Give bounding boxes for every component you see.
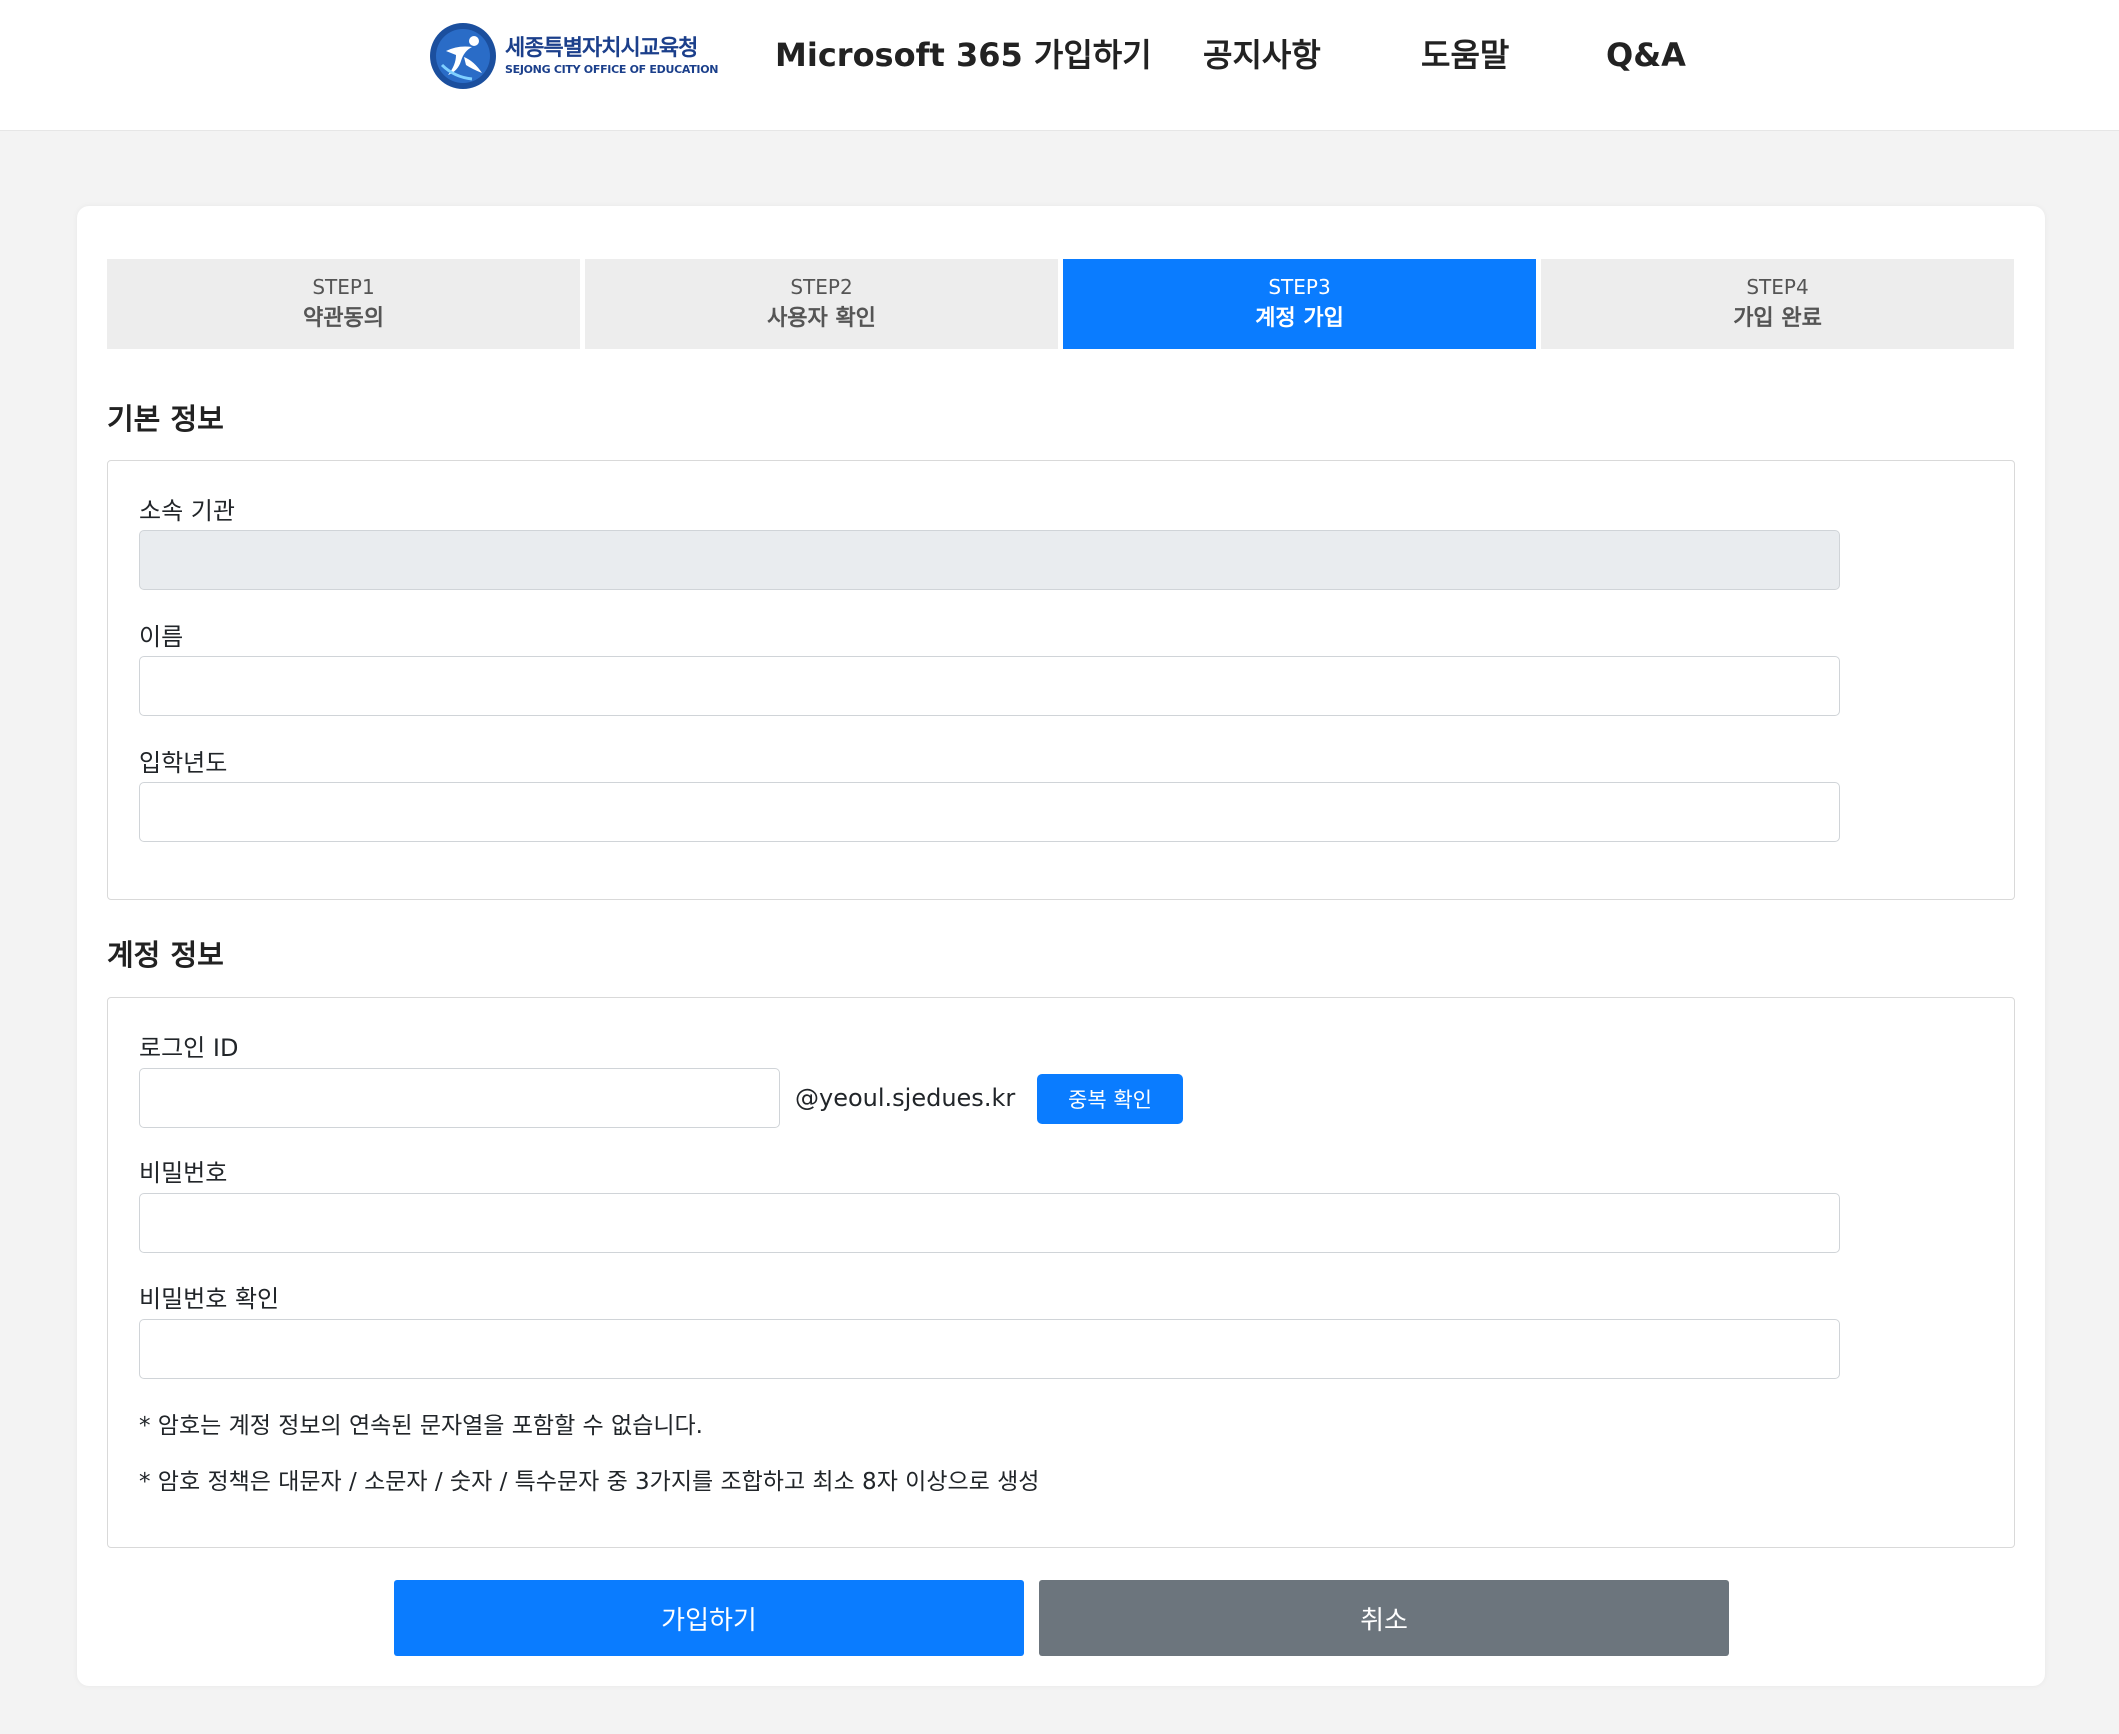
login-id-input[interactable] [139,1068,780,1128]
nav-help[interactable]: 도움말 [1421,30,1509,80]
step-number: STEP4 [1746,275,1809,299]
step-2[interactable]: STEP2 사용자 확인 [585,259,1058,349]
step-3[interactable]: STEP3 계정 가입 [1063,259,1536,349]
step-title: 약관동의 [303,306,384,331]
step-indicator: STEP1 약관동의 STEP2 사용자 확인 STEP3 계정 가입 STEP… [107,259,2015,349]
sejong-logo-icon [430,23,496,89]
step-title: 사용자 확인 [767,306,876,331]
nav-qna[interactable]: Q&A [1606,30,1686,80]
year-label: 입학년도 [139,749,228,777]
name-label: 이름 [139,623,184,651]
admission-year-input[interactable] [139,782,1840,842]
signup-submit-button[interactable]: 가입하기 [394,1580,1024,1656]
site-logo[interactable]: 세종특별자치시교육청 SEJONG CITY OFFICE OF EDUCATI… [428,20,718,92]
password-confirm-input[interactable] [139,1319,1840,1379]
logo-name-ko: 세종특별자치시교육청 [505,36,698,61]
password-note-1: * 암호는 계정 정보의 연속된 문자열을 포함할 수 없습니다. [139,1413,703,1439]
basic-info-title: 기본 정보 [107,402,224,436]
top-header: 세종특별자치시교육청 SEJONG CITY OFFICE OF EDUCATI… [0,0,2119,131]
signup-card: STEP1 약관동의 STEP2 사용자 확인 STEP3 계정 가입 STEP… [77,206,2045,1686]
logo-name-en: SEJONG CITY OFFICE OF EDUCATION [505,63,719,76]
name-input[interactable] [139,656,1840,716]
step-number: STEP1 [312,275,375,299]
password-label: 비밀번호 [139,1159,228,1187]
org-field[interactable] [139,530,1840,590]
step-number: STEP2 [790,275,853,299]
account-info-box: 로그인 ID @yeoul.sjedues.kr 중복 확인 비밀번호 비밀번호… [107,997,2015,1548]
password-input[interactable] [139,1193,1840,1253]
login-id-label: 로그인 ID [139,1034,239,1062]
step-title: 가입 완료 [1733,306,1822,331]
step-4[interactable]: STEP4 가입 완료 [1541,259,2014,349]
account-info-title: 계정 정보 [107,938,224,972]
duplicate-check-button[interactable]: 중복 확인 [1037,1074,1183,1124]
step-number: STEP3 [1268,275,1331,299]
org-label: 소속 기관 [139,497,235,525]
email-domain: @yeoul.sjedues.kr [795,1084,1016,1112]
password-note-2: * 암호 정책은 대문자 / 소문자 / 숫자 / 특수문자 중 3가지를 조합… [139,1469,1040,1495]
nav-notices[interactable]: 공지사항 [1203,30,1321,80]
cancel-button[interactable]: 취소 [1039,1580,1729,1656]
step-title: 계정 가입 [1255,306,1344,331]
step-1[interactable]: STEP1 약관동의 [107,259,580,349]
basic-info-box: 소속 기관 이름 입학년도 [107,460,2015,900]
nav-ms365-signup[interactable]: Microsoft 365 가입하기 [775,30,1152,80]
password-confirm-label: 비밀번호 확인 [139,1285,280,1313]
